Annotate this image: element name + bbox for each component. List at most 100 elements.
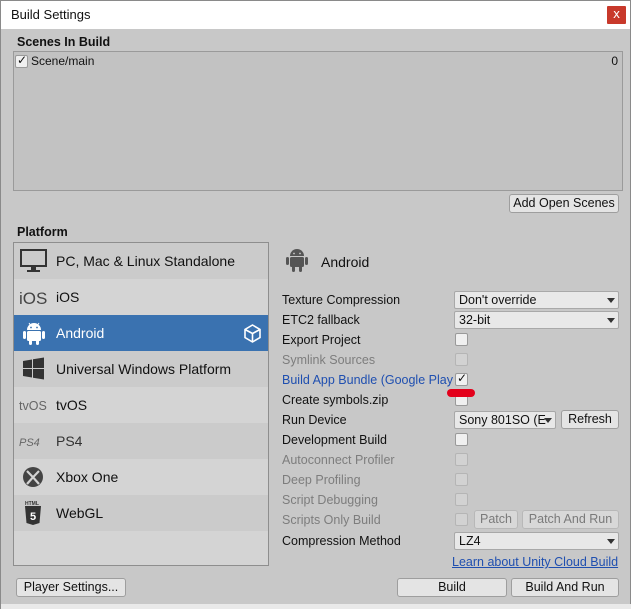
run-device-row: Run Device Sony 801SO (E Refresh xyxy=(281,410,626,431)
texture-compression-dropdown[interactable]: Don't override xyxy=(454,291,619,309)
refresh-button[interactable]: Refresh xyxy=(561,410,619,429)
platform-label-webgl: WebGL xyxy=(56,505,104,521)
tvos-icon-text: tvOS xyxy=(19,399,47,413)
compression-method-value: LZ4 xyxy=(459,534,481,548)
ios-icon-text: iOS xyxy=(19,289,47,308)
platform-item-android[interactable]: Android xyxy=(14,315,268,351)
unity-cloud-build-link[interactable]: Learn about Unity Cloud Build xyxy=(452,555,618,569)
symlink-sources-row: Symlink Sources xyxy=(281,351,626,371)
platform-item-ios[interactable]: iOS iOS xyxy=(14,279,268,315)
development-build-checkbox[interactable] xyxy=(455,433,468,446)
autoconnect-profiler-checkbox xyxy=(455,453,468,466)
etc2-fallback-value: 32-bit xyxy=(459,313,491,327)
patch-and-run-button: Patch And Run xyxy=(522,510,619,529)
add-open-scenes-button[interactable]: Add Open Scenes xyxy=(509,194,619,213)
xbox-icon xyxy=(19,464,49,490)
scenes-list[interactable]: Scene/main 0 xyxy=(13,51,623,191)
annotation-highlight-mark xyxy=(447,389,475,397)
export-project-checkbox[interactable] xyxy=(455,333,468,346)
monitor-icon xyxy=(19,248,49,274)
patch-button: Patch xyxy=(474,510,518,529)
texture-compression-label: Texture Compression xyxy=(282,293,401,307)
platform-item-uwp[interactable]: Universal Windows Platform xyxy=(14,351,268,387)
development-build-label: Development Build xyxy=(282,433,387,447)
platform-settings-title: Android xyxy=(321,254,370,270)
deep-profiling-label: Deep Profiling xyxy=(282,473,361,487)
texture-compression-value: Don't override xyxy=(459,293,537,307)
symlink-sources-checkbox xyxy=(455,353,468,366)
scene-row[interactable]: Scene/main 0 xyxy=(14,53,622,70)
ps4-icon-text: PS4 xyxy=(19,437,40,449)
platform-label-ios: iOS xyxy=(56,289,80,305)
autoconnect-profiler-row: Autoconnect Profiler xyxy=(281,451,626,471)
platform-label-ps4: PS4 xyxy=(56,433,83,449)
platform-label-standalone: PC, Mac & Linux Standalone xyxy=(56,253,235,269)
compression-method-dropdown[interactable]: LZ4 xyxy=(454,532,619,550)
close-button[interactable]: x xyxy=(607,6,626,24)
window-content: Scenes In Build Scene/main 0 Add Open Sc… xyxy=(1,29,630,608)
compression-method-row: Compression Method LZ4 xyxy=(281,532,626,552)
create-symbols-label: Create symbols.zip xyxy=(282,393,389,407)
scene-index: 0 xyxy=(611,54,618,68)
export-project-row: Export Project xyxy=(281,331,626,351)
scripts-only-build-checkbox xyxy=(455,513,468,526)
android-icon xyxy=(285,246,309,274)
ps4-icon: PS4 xyxy=(19,428,49,454)
run-device-dropdown[interactable]: Sony 801SO (E xyxy=(454,411,556,429)
tvos-icon: tvOS xyxy=(19,392,49,418)
chevron-down-icon xyxy=(607,318,615,323)
platform-item-tvos[interactable]: tvOS tvOS xyxy=(14,387,268,423)
chevron-down-icon xyxy=(607,298,615,303)
platform-label-tvos: tvOS xyxy=(56,397,88,413)
platform-label-android: Android xyxy=(56,325,105,341)
symlink-sources-label: Symlink Sources xyxy=(282,353,376,367)
scene-include-checkbox[interactable] xyxy=(15,53,28,68)
title-bar: Build Settings x xyxy=(1,1,630,29)
run-device-value: Sony 801SO (E xyxy=(459,413,546,427)
svg-text:5: 5 xyxy=(30,511,36,523)
platform-settings-panel: Android Texture Compression Don't overri… xyxy=(281,242,626,572)
scenes-in-build-label: Scenes In Build xyxy=(17,35,111,49)
window-bottom-edge xyxy=(1,604,631,609)
script-debugging-row: Script Debugging xyxy=(281,491,626,511)
development-build-row: Development Build xyxy=(281,431,626,451)
etc2-fallback-dropdown[interactable]: 32-bit xyxy=(454,311,619,329)
build-and-run-button[interactable]: Build And Run xyxy=(511,578,619,597)
etc2-fallback-label: ETC2 fallback xyxy=(282,313,360,327)
deep-profiling-checkbox xyxy=(455,473,468,486)
platform-label: Platform xyxy=(17,225,68,239)
compression-method-label: Compression Method xyxy=(282,534,401,548)
unity-icon xyxy=(243,324,262,343)
html5-icon: HTML 5 xyxy=(19,500,49,526)
platform-label-uwp: Universal Windows Platform xyxy=(56,361,232,377)
texture-compression-row: Texture Compression Don't override xyxy=(281,291,626,311)
build-app-bundle-checkbox[interactable] xyxy=(455,371,468,386)
platform-label-xbox-one: Xbox One xyxy=(56,469,119,485)
platform-item-standalone[interactable]: PC, Mac & Linux Standalone xyxy=(14,243,268,279)
run-device-label: Run Device xyxy=(282,413,347,427)
chevron-down-icon xyxy=(544,418,552,423)
windows-icon xyxy=(19,356,49,382)
etc2-fallback-row: ETC2 fallback 32-bit xyxy=(281,311,626,331)
player-settings-button[interactable]: Player Settings... xyxy=(16,578,126,597)
platform-item-ps4[interactable]: PS4 PS4 xyxy=(14,423,268,459)
ios-icon: iOS xyxy=(19,284,49,310)
deep-profiling-row: Deep Profiling xyxy=(281,471,626,491)
build-app-bundle-row: Build App Bundle (Google Play xyxy=(281,371,626,391)
autoconnect-profiler-label: Autoconnect Profiler xyxy=(282,453,395,467)
build-settings-window: Build Settings x Scenes In Build Scene/m… xyxy=(0,0,631,609)
export-project-label: Export Project xyxy=(282,333,361,347)
platform-item-xbox-one[interactable]: Xbox One xyxy=(14,459,268,495)
android-icon xyxy=(19,320,49,346)
scripts-only-build-row: Scripts Only Build Patch Patch And Run xyxy=(281,510,626,531)
build-app-bundle-label: Build App Bundle (Google Play xyxy=(282,373,453,387)
platform-list: PC, Mac & Linux Standalone iOS iOS Andro… xyxy=(13,242,269,566)
chevron-down-icon xyxy=(607,539,615,544)
script-debugging-checkbox xyxy=(455,493,468,506)
build-button[interactable]: Build xyxy=(397,578,507,597)
platform-item-webgl[interactable]: HTML 5 WebGL xyxy=(14,495,268,531)
window-title: Build Settings xyxy=(11,7,91,22)
script-debugging-label: Script Debugging xyxy=(282,493,378,507)
scene-name: Scene/main xyxy=(31,54,95,68)
scripts-only-build-label: Scripts Only Build xyxy=(282,513,381,527)
